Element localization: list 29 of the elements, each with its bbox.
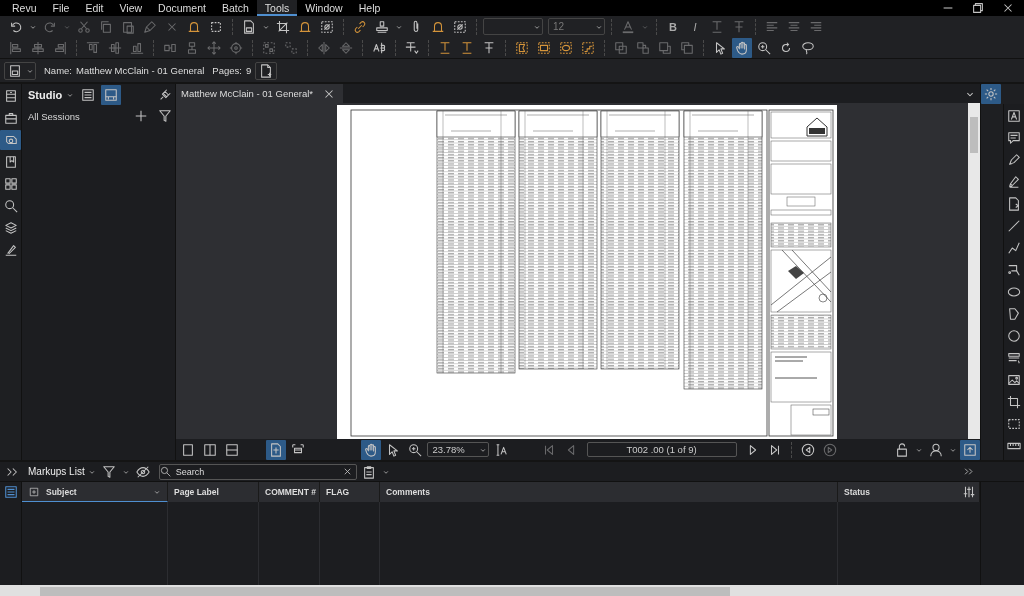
menu-item[interactable]: Revu: [4, 0, 45, 16]
font-size-dropdown[interactable]: 12: [548, 18, 605, 35]
sessions-label: All Sessions: [28, 110, 80, 122]
panel-title[interactable]: Markups List: [28, 466, 85, 477]
menu-item[interactable]: Batch: [213, 0, 257, 16]
column-header[interactable]: Page Label: [168, 482, 259, 502]
page-count: 9: [245, 65, 252, 76]
zoom-field[interactable]: 23.78%: [426, 442, 489, 457]
panel-title[interactable]: Studio: [28, 89, 63, 101]
menu-item[interactable]: Help: [350, 0, 389, 16]
menu-item[interactable]: View: [111, 0, 151, 16]
page-field[interactable]: T002 .00 (1 of 9): [586, 442, 737, 457]
name-label: Name:: [44, 65, 72, 76]
pages-label: Pages:: [212, 65, 242, 76]
italic-button[interactable]: I: [685, 16, 705, 37]
menu-item[interactable]: File: [44, 0, 78, 16]
document-name: Matthew McClain - 01 General: [76, 65, 205, 76]
column-header[interactable]: Status: [844, 487, 870, 497]
column-header[interactable]: Subject: [46, 486, 77, 497]
menu-item[interactable]: Tools: [256, 0, 298, 16]
column-header[interactable]: Comments: [380, 482, 838, 502]
menu-item[interactable]: Edit: [77, 0, 112, 16]
search-field[interactable]: Search: [158, 463, 357, 480]
column-header[interactable]: COMMENT #: [259, 482, 320, 502]
document-tab[interactable]: Matthew McClain - 01 General*: [176, 84, 343, 103]
menu-item[interactable]: Window: [297, 0, 351, 16]
menu-item[interactable]: Document: [150, 0, 214, 16]
column-header[interactable]: FLAG: [320, 482, 380, 502]
bold-button[interactable]: B: [663, 16, 683, 37]
